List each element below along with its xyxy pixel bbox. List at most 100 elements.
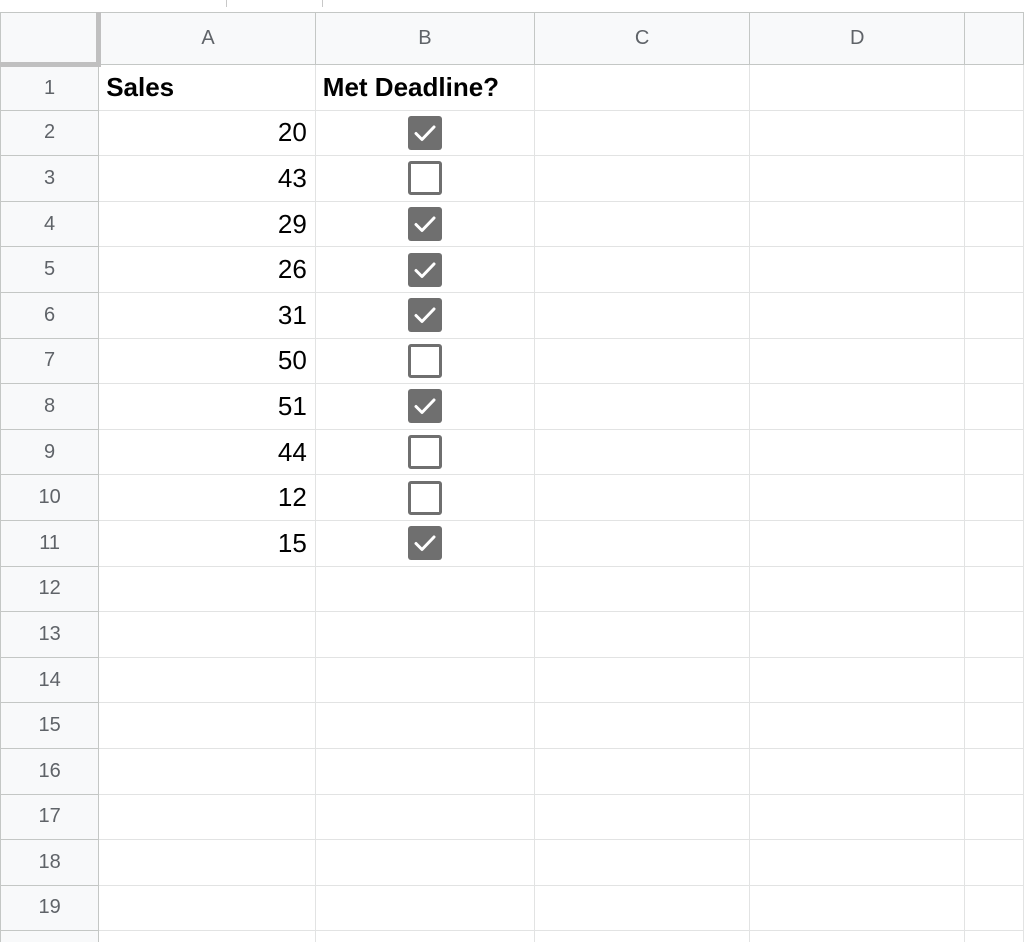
cell-c[interactable] — [533, 565, 751, 613]
cell-e[interactable] — [964, 747, 1024, 795]
column-header-a[interactable]: A — [98, 12, 316, 65]
row-header[interactable]: 15 — [0, 702, 100, 749]
cell-a[interactable] — [98, 702, 316, 749]
row-header[interactable]: 11 — [0, 519, 100, 567]
column-header-e[interactable] — [964, 12, 1024, 65]
row-header[interactable]: 5 — [0, 246, 100, 293]
cell-c[interactable] — [533, 611, 751, 658]
checkbox-unchecked-icon[interactable] — [407, 480, 442, 515]
cell-d[interactable] — [749, 383, 966, 430]
cell-e[interactable] — [964, 884, 1024, 932]
cell-c[interactable] — [533, 155, 751, 202]
cell-d[interactable] — [749, 839, 966, 886]
cell-c[interactable] — [533, 884, 751, 932]
cell-c[interactable] — [533, 64, 751, 111]
cell-e[interactable] — [964, 656, 1024, 704]
checkbox-checked-icon[interactable] — [407, 252, 442, 287]
cell-d[interactable] — [749, 337, 966, 385]
cell-e[interactable] — [964, 383, 1024, 430]
cell-d[interactable] — [749, 611, 966, 658]
checkbox-checked-icon[interactable] — [407, 389, 442, 424]
cell-b[interactable] — [314, 611, 535, 658]
cell-a[interactable]: 20 — [98, 109, 316, 157]
cell-d[interactable] — [749, 930, 966, 942]
cell-e[interactable] — [964, 291, 1024, 339]
cell-e[interactable] — [964, 246, 1024, 293]
cell-d[interactable] — [749, 519, 966, 567]
cell-a[interactable]: 50 — [98, 337, 316, 385]
cell-c[interactable] — [533, 474, 751, 521]
row-header[interactable]: 10 — [0, 474, 100, 521]
cell-c[interactable] — [533, 930, 751, 942]
cell-e[interactable] — [964, 839, 1024, 886]
cell-b[interactable] — [314, 519, 535, 567]
cell-b[interactable] — [314, 930, 535, 942]
cell-b[interactable] — [314, 383, 535, 430]
cell-a[interactable] — [98, 884, 316, 932]
cell-a[interactable]: 26 — [98, 246, 316, 293]
cell-e[interactable] — [964, 337, 1024, 385]
row-header[interactable]: 13 — [0, 611, 100, 658]
cell-c[interactable] — [533, 747, 751, 795]
cell-d[interactable] — [749, 109, 966, 157]
cell-e[interactable] — [964, 428, 1024, 476]
cell-d[interactable] — [749, 474, 966, 521]
row-header[interactable]: 6 — [0, 291, 100, 339]
cell-a[interactable] — [98, 839, 316, 886]
row-header[interactable]: 17 — [0, 793, 100, 841]
cell-a[interactable] — [98, 611, 316, 658]
cell-e[interactable] — [964, 64, 1024, 111]
cell-c[interactable] — [533, 246, 751, 293]
cell-d[interactable] — [749, 200, 966, 248]
cell-c[interactable] — [533, 519, 751, 567]
cell-b[interactable] — [314, 839, 535, 886]
cell-b[interactable] — [314, 702, 535, 749]
cell-b[interactable] — [314, 337, 535, 385]
row-header[interactable]: 7 — [0, 337, 100, 385]
cell-d[interactable] — [749, 155, 966, 202]
cell-d[interactable] — [749, 747, 966, 795]
column-header-d[interactable]: D — [749, 12, 966, 65]
cell-e[interactable] — [964, 930, 1024, 942]
cell-e[interactable] — [964, 519, 1024, 567]
cell-a[interactable]: 43 — [98, 155, 316, 202]
cell-e[interactable] — [964, 109, 1024, 157]
cell-b[interactable] — [314, 155, 535, 202]
cell-a[interactable] — [98, 793, 316, 841]
cell-a[interactable] — [98, 930, 316, 942]
cell-d[interactable] — [749, 428, 966, 476]
cell-b[interactable] — [314, 200, 535, 248]
cell-b[interactable] — [314, 793, 535, 841]
cell-a[interactable]: 15 — [98, 519, 316, 567]
cell-a[interactable]: 29 — [98, 200, 316, 248]
cell-c[interactable] — [533, 656, 751, 704]
cell-d[interactable] — [749, 793, 966, 841]
cell-d[interactable] — [749, 64, 966, 111]
cell-b[interactable] — [314, 565, 535, 613]
cell-c[interactable] — [533, 109, 751, 157]
row-header[interactable]: 18 — [0, 839, 100, 886]
row-header[interactable]: 16 — [0, 747, 100, 795]
cell-e[interactable] — [964, 474, 1024, 521]
row-header[interactable]: 9 — [0, 428, 100, 476]
checkbox-checked-icon[interactable] — [407, 526, 442, 561]
cell-b[interactable] — [314, 246, 535, 293]
column-header-c[interactable]: C — [533, 12, 751, 65]
cell-d[interactable] — [749, 291, 966, 339]
checkbox-unchecked-icon[interactable] — [407, 161, 442, 196]
row-header[interactable]: 14 — [0, 656, 100, 704]
cell-b[interactable] — [314, 656, 535, 704]
cell-d[interactable] — [749, 884, 966, 932]
cell-d[interactable] — [749, 565, 966, 613]
cell-a[interactable] — [98, 656, 316, 704]
cell-e[interactable] — [964, 793, 1024, 841]
cell-c[interactable] — [533, 200, 751, 248]
cell-d[interactable] — [749, 656, 966, 704]
row-header[interactable]: 12 — [0, 565, 100, 613]
cell-a[interactable]: Sales — [98, 64, 316, 111]
row-header[interactable] — [0, 930, 100, 942]
row-header[interactable]: 4 — [0, 200, 100, 248]
cell-c[interactable] — [533, 702, 751, 749]
cell-c[interactable] — [533, 839, 751, 886]
cell-b[interactable] — [314, 884, 535, 932]
